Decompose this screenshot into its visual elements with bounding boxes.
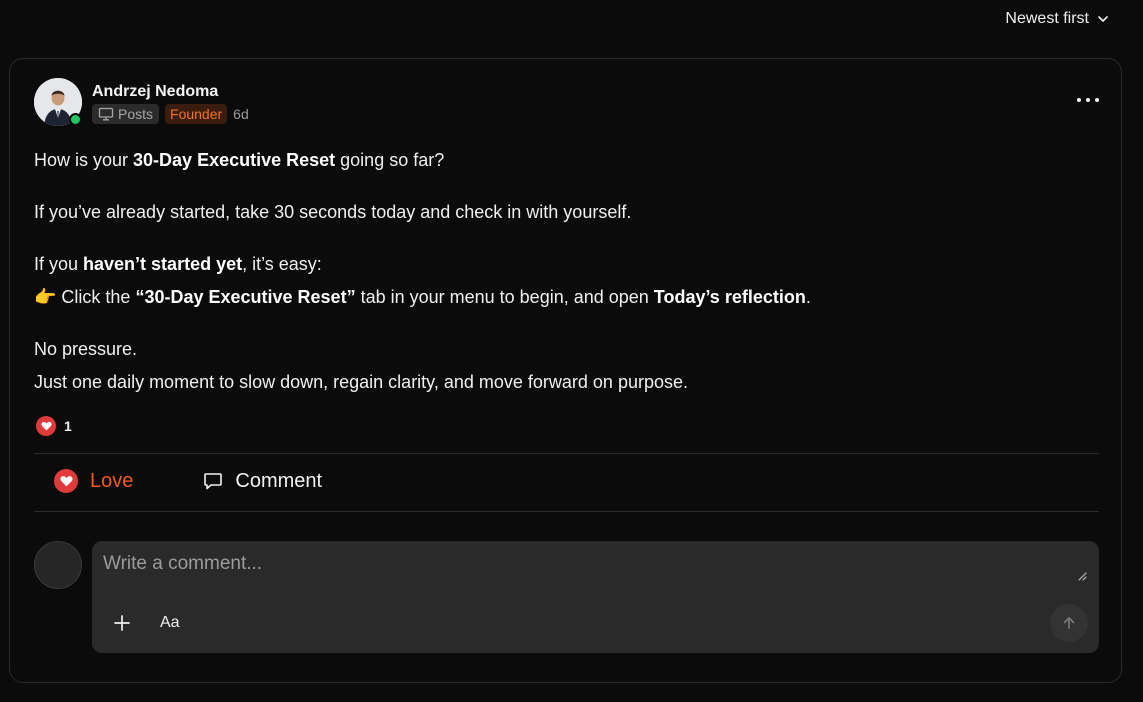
comment-bubble-icon (204, 473, 223, 490)
author-name[interactable]: Andrzej Nedoma (92, 83, 249, 101)
post-paragraph: How is your 30-Day Executive Reset going… (34, 150, 445, 170)
post-paragraph: If you’ve already started, take 30 secon… (34, 202, 632, 222)
composer-tools: Aa (112, 613, 180, 633)
pointing-hand-emoji: 👉 (34, 287, 57, 307)
love-button[interactable]: Love (54, 469, 133, 493)
chevron-down-icon (1098, 16, 1108, 22)
post-paragraph: 👉 Click the “30-Day Executive Reset” tab… (34, 287, 811, 307)
online-status-indicator (69, 113, 82, 126)
post-card: Andrzej Nedoma Posts Founder 6d How is y… (9, 58, 1122, 683)
comment-label: Comment (235, 469, 323, 492)
plus-icon[interactable] (112, 613, 132, 633)
text-format-button[interactable]: Aa (160, 614, 180, 632)
post-paragraph: Just one daily moment to slow down, rega… (34, 372, 688, 392)
author-meta: Andrzej Nedoma Posts Founder 6d (92, 78, 249, 124)
category-label: Posts (118, 106, 154, 122)
arrow-up-icon (1063, 617, 1075, 629)
love-label: Love (90, 469, 134, 492)
sort-label: Newest first (1005, 10, 1089, 27)
role-badge: Founder (165, 104, 228, 124)
post-header: Andrzej Nedoma Posts Founder 6d (34, 78, 249, 126)
divider (34, 511, 1099, 512)
current-user-avatar (34, 541, 82, 589)
comment-input[interactable] (103, 553, 1063, 575)
monitor-icon (98, 107, 114, 121)
resize-handle-icon[interactable] (1077, 571, 1087, 581)
post-paragraph: If you haven’t started yet, it’s easy: (34, 254, 322, 274)
post-age: 6d (233, 106, 249, 122)
heart-icon (36, 416, 56, 436)
reaction-count: 1 (64, 418, 72, 434)
author-avatar[interactable] (34, 78, 82, 126)
comment-composer: Aa (92, 541, 1099, 653)
meta-row: Posts Founder 6d (92, 104, 249, 124)
sort-dropdown[interactable]: Newest first (1005, 10, 1109, 28)
divider (34, 453, 1099, 454)
comment-button[interactable]: Comment (203, 470, 322, 493)
heart-icon (54, 469, 78, 493)
post-body: How is your 30-Day Executive Reset going… (34, 144, 1094, 399)
category-pill[interactable]: Posts (92, 104, 160, 124)
more-options-icon[interactable] (1077, 95, 1099, 105)
reaction-summary[interactable]: 1 (36, 416, 72, 436)
post-actions: Love Comment (54, 469, 322, 493)
send-button[interactable] (1050, 604, 1088, 642)
post-paragraph: No pressure. (34, 339, 138, 359)
